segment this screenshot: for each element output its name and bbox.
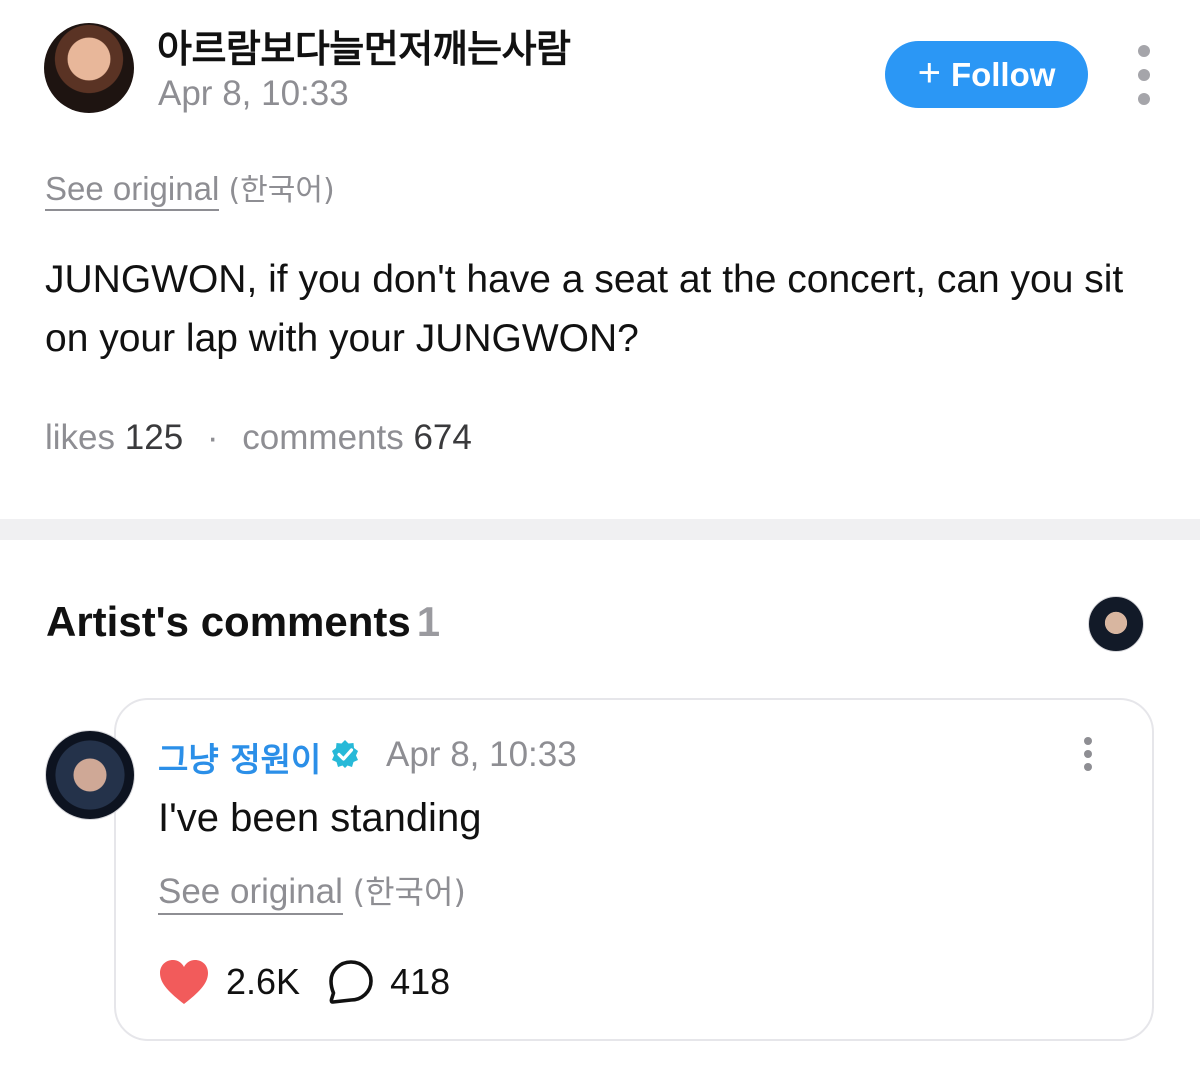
original-language: (한국어): [228, 173, 335, 208]
comment-reply-count: 418: [390, 961, 451, 1002]
comments-label[interactable]: comments: [242, 418, 403, 457]
verified-badge-icon: [332, 740, 358, 768]
plus-icon: +: [917, 51, 941, 95]
more-options-icon[interactable]: [1131, 45, 1157, 105]
comment-bubble-icon[interactable]: [328, 959, 374, 1005]
comments-count[interactable]: 674: [413, 418, 471, 457]
likes-count: 125: [124, 418, 184, 457]
author-name[interactable]: 아르람보다늘먼저깨는사람: [157, 18, 571, 73]
comment-original-language: (한국어): [352, 873, 466, 911]
follow-label: Follow: [950, 55, 1056, 93]
heart-icon[interactable]: [158, 958, 210, 1006]
artist-avatar-small[interactable]: [1088, 596, 1144, 652]
post-see-original: See original (한국어): [45, 165, 335, 211]
artist-comments-title: Artist's comments: [46, 598, 411, 645]
likes-label: likes: [45, 418, 116, 457]
post-timestamp: Apr 8, 10:33: [158, 74, 349, 113]
comment-like-count: 2.6K: [226, 961, 301, 1002]
artist-comments-heading: Artist's comments 1: [46, 598, 440, 646]
artist-comments-count: 1: [416, 598, 441, 645]
comment-timestamp: Apr 8, 10:33: [386, 735, 577, 774]
comment-see-original: See original (한국어): [158, 867, 466, 915]
commenter-name[interactable]: 그냥 정원이: [158, 733, 321, 781]
see-original-link[interactable]: See original: [45, 170, 220, 211]
comment-actions: 2.6K 418: [158, 954, 450, 1010]
post-header: 아르람보다늘먼저깨는사람 Apr 8, 10:33 + Follow: [0, 0, 1200, 140]
comment-see-original-link[interactable]: See original: [158, 872, 343, 915]
commenter-avatar[interactable]: [45, 730, 135, 820]
comment-text: I've been standing: [158, 796, 482, 840]
author-avatar[interactable]: [44, 23, 134, 113]
follow-button[interactable]: + Follow: [885, 41, 1088, 108]
post-stats: likes 125 · comments 674: [45, 418, 472, 458]
stats-separator: ·: [206, 418, 219, 457]
section-divider: [0, 519, 1200, 540]
post-detail-page: 아르람보다늘먼저깨는사람 Apr 8, 10:33 + Follow See o…: [0, 0, 1200, 1087]
comment-more-icon[interactable]: [1081, 737, 1095, 771]
post-body: JUNGWON, if you don't have a seat at the…: [45, 258, 1124, 360]
